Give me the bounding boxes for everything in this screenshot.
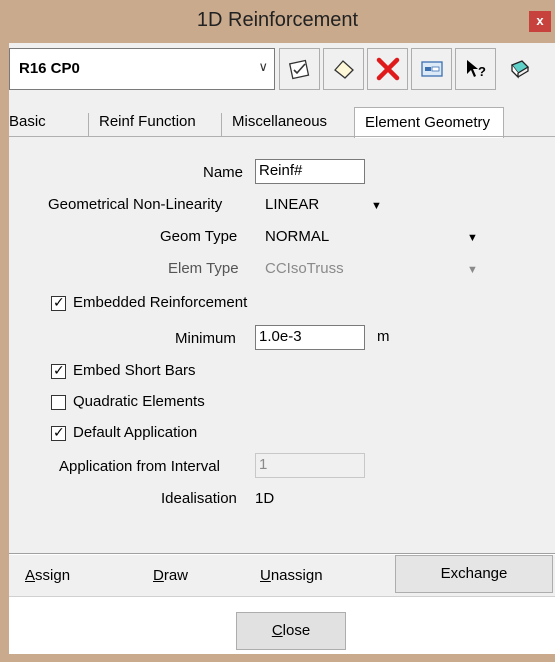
unassign-button[interactable]: Unassign — [260, 567, 323, 584]
form-view-icon — [421, 61, 443, 77]
whats-this-help-icon: ? — [467, 60, 486, 79]
geometrical-nonlinearity-value[interactable]: LINEAR — [265, 196, 319, 213]
application-interval-field: 1 — [255, 453, 365, 478]
minimum-field[interactable]: 1.0e-3 — [255, 325, 365, 350]
embed-short-bars-checkbox[interactable]: ✓ — [51, 362, 66, 379]
tab-element-geometry[interactable]: Element Geometry — [354, 107, 504, 138]
tab-miscellaneous[interactable]: Miscellaneous — [221, 113, 327, 137]
tab-basic[interactable]: Basic — [0, 113, 46, 137]
idealisation-value: 1D — [255, 490, 275, 507]
name-label: Name — [203, 164, 244, 181]
assign-button[interactable]: Assign — [25, 567, 70, 584]
geometrical-nonlinearity-label: Geometrical Non-Linearity — [48, 196, 223, 213]
name-field[interactable]: Reinf# — [255, 159, 365, 184]
check-icon: ✓ — [53, 294, 65, 310]
delete-icon — [376, 57, 400, 81]
minimum-label: Minimum — [175, 330, 236, 347]
dialog-window: 1D Reinforcement x R16 CP0 ∨ ? Basic Rei… — [0, 0, 555, 662]
action-bar: Assign Draw Unassign Exchange — [9, 555, 555, 596]
form-view-button[interactable] — [411, 48, 452, 90]
chevron-down-icon: ∨ — [258, 59, 268, 74]
geom-type-label: Geom Type — [160, 228, 238, 245]
quadratic-elements-checkbox[interactable] — [51, 395, 66, 410]
elem-type-label: Elem Type — [168, 260, 239, 277]
minimum-unit: m — [377, 328, 390, 345]
draw-button[interactable]: Draw — [153, 567, 188, 584]
check-icon: ✓ — [53, 424, 65, 440]
title-bar[interactable]: 1D Reinforcement x — [0, 0, 555, 43]
elem-type-value: CCIsoTruss — [265, 260, 344, 277]
edit-check-icon — [288, 59, 310, 80]
application-interval-label: Application from Interval — [59, 458, 220, 475]
check-icon: ✓ — [53, 362, 65, 378]
default-application-checkbox[interactable]: ✓ — [51, 424, 66, 441]
chevron-down-icon: ▼ — [467, 264, 478, 276]
window-close-button[interactable]: x — [529, 11, 551, 32]
reinforcement-selector[interactable]: R16 CP0 ∨ — [9, 48, 275, 90]
dialog-body: R16 CP0 ∨ ? Basic Reinf Function Miscell… — [9, 43, 555, 654]
element-geometry-panel: Name Reinf# Geometrical Non-Linearity LI… — [9, 137, 555, 547]
embedded-reinforcement-checkbox[interactable]: ✓ — [51, 294, 66, 311]
delete-button[interactable] — [367, 48, 408, 90]
whats-this-help-button[interactable]: ? — [455, 48, 496, 90]
exchange-button[interactable]: Exchange — [395, 555, 553, 593]
tab-bar: Basic Reinf Function Miscellaneous Eleme… — [9, 107, 555, 138]
window-title: 1D Reinforcement — [196, 9, 359, 31]
geom-type-value[interactable]: NORMAL — [265, 228, 329, 245]
sticky-note-button[interactable] — [499, 48, 540, 90]
footer: Close — [9, 596, 555, 654]
tab-reinf-function[interactable]: Reinf Function — [88, 113, 196, 137]
default-application-label: Default Application — [73, 424, 198, 441]
sticky-note-icon — [510, 60, 530, 79]
idealisation-label: Idealisation — [161, 490, 237, 507]
eraser-button[interactable] — [323, 48, 364, 90]
quadratic-elements-label: Quadratic Elements — [73, 393, 205, 410]
chevron-down-icon[interactable]: ▼ — [371, 200, 382, 212]
reinforcement-selector-value: R16 CP0 — [19, 60, 80, 77]
svg-text:?: ? — [478, 64, 486, 79]
edit-check-button[interactable] — [279, 48, 320, 90]
embedded-reinforcement-label: Embedded Reinforcement — [73, 294, 248, 311]
eraser-icon — [334, 60, 354, 79]
embed-short-bars-label: Embed Short Bars — [73, 362, 196, 379]
close-button[interactable]: Close — [236, 612, 346, 650]
chevron-down-icon[interactable]: ▼ — [467, 232, 478, 244]
